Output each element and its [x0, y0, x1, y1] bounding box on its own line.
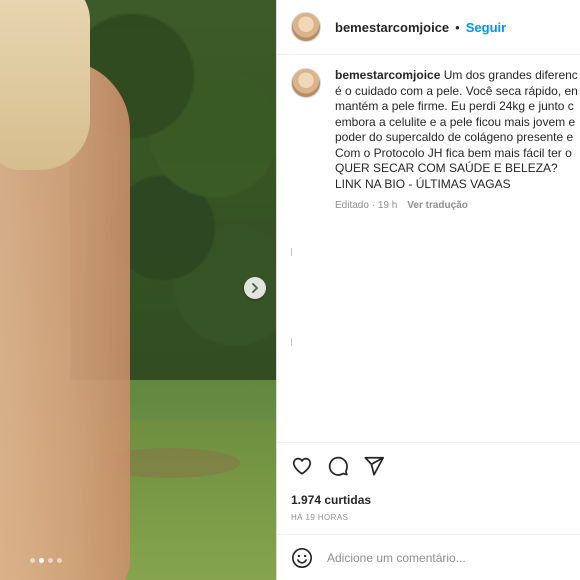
carousel-indicator: [30, 558, 62, 563]
caption-text: bemestarcomjoice Um dos grandes diferenc…: [335, 68, 580, 192]
likes-count[interactable]: 1.974 curtidas: [291, 493, 567, 507]
heart-icon[interactable]: [291, 455, 313, 477]
caption-line: LINK NA BIO - ÚLTIMAS VAGAS: [335, 176, 511, 191]
carousel-dot: [48, 558, 53, 563]
follow-button[interactable]: Seguir: [466, 20, 506, 35]
header-username[interactable]: bemestarcomjoice: [335, 20, 449, 35]
comment-marker: [291, 248, 292, 256]
post-media[interactable]: [0, 0, 276, 580]
header-separator: •: [455, 19, 460, 35]
caption-line: bemestarcomjoice Um dos grandes diferenc: [335, 68, 580, 84]
post-actions: 1.974 curtidas HÁ 19 HORAS: [277, 442, 580, 522]
carousel-dot: [57, 558, 62, 563]
emoji-icon[interactable]: [291, 547, 313, 569]
comment-icon[interactable]: [327, 455, 349, 477]
chevron-right-icon: [252, 283, 258, 293]
caption-avatar[interactable]: [291, 68, 321, 98]
caption-line: mantém a pele firme. Eu perdi 24kg e jun…: [335, 99, 574, 113]
caption-line: poder do supercaldo de colágeno presente…: [335, 130, 574, 144]
carousel-dot-active: [39, 558, 44, 563]
see-translation-link[interactable]: Ver tradução: [407, 200, 468, 211]
comment-marker: [291, 338, 292, 346]
post-header: bemestarcomjoice • Seguir: [277, 0, 580, 55]
post-timestamp: HÁ 19 HORAS: [291, 513, 349, 522]
caption-line-text: Um dos grandes diferenc: [443, 68, 578, 82]
post-side-panel: bemestarcomjoice • Seguir bemestarcomjoi…: [276, 0, 580, 580]
caption-meta: Editado · 19 h Ver tradução: [335, 200, 580, 211]
avatar[interactable]: [291, 12, 321, 42]
carousel-dot: [30, 558, 35, 563]
add-comment-bar: [277, 534, 580, 580]
comments-area[interactable]: bemestarcomjoice Um dos grandes diferenc…: [277, 56, 580, 441]
caption-line: é o cuidado com a pele. Você seca rápido…: [335, 83, 578, 98]
media-subject-hair: [0, 0, 90, 170]
carousel-next-button[interactable]: [244, 277, 266, 299]
caption-line: QUER SECAR COM SAÚDE E BELEZA?: [335, 161, 558, 175]
share-icon[interactable]: [363, 455, 385, 477]
meta-separator: ·: [371, 200, 376, 211]
edited-label: Editado: [335, 200, 369, 211]
caption-line: embora a celulite e a pele ficou mais jo…: [335, 114, 576, 129]
action-icons: [291, 453, 567, 479]
caption-time: 19 h: [377, 200, 398, 211]
comment-input[interactable]: [327, 550, 557, 565]
caption-edited-time: Editado · 19 h: [335, 200, 397, 211]
caption-body: bemestarcomjoice Um dos grandes diferenc…: [335, 68, 580, 211]
caption-username[interactable]: bemestarcomjoice: [335, 68, 440, 82]
caption-line: Com o Protocolo JH fica bem mais fácil t…: [335, 145, 572, 160]
caption: bemestarcomjoice Um dos grandes diferenc…: [277, 56, 580, 211]
